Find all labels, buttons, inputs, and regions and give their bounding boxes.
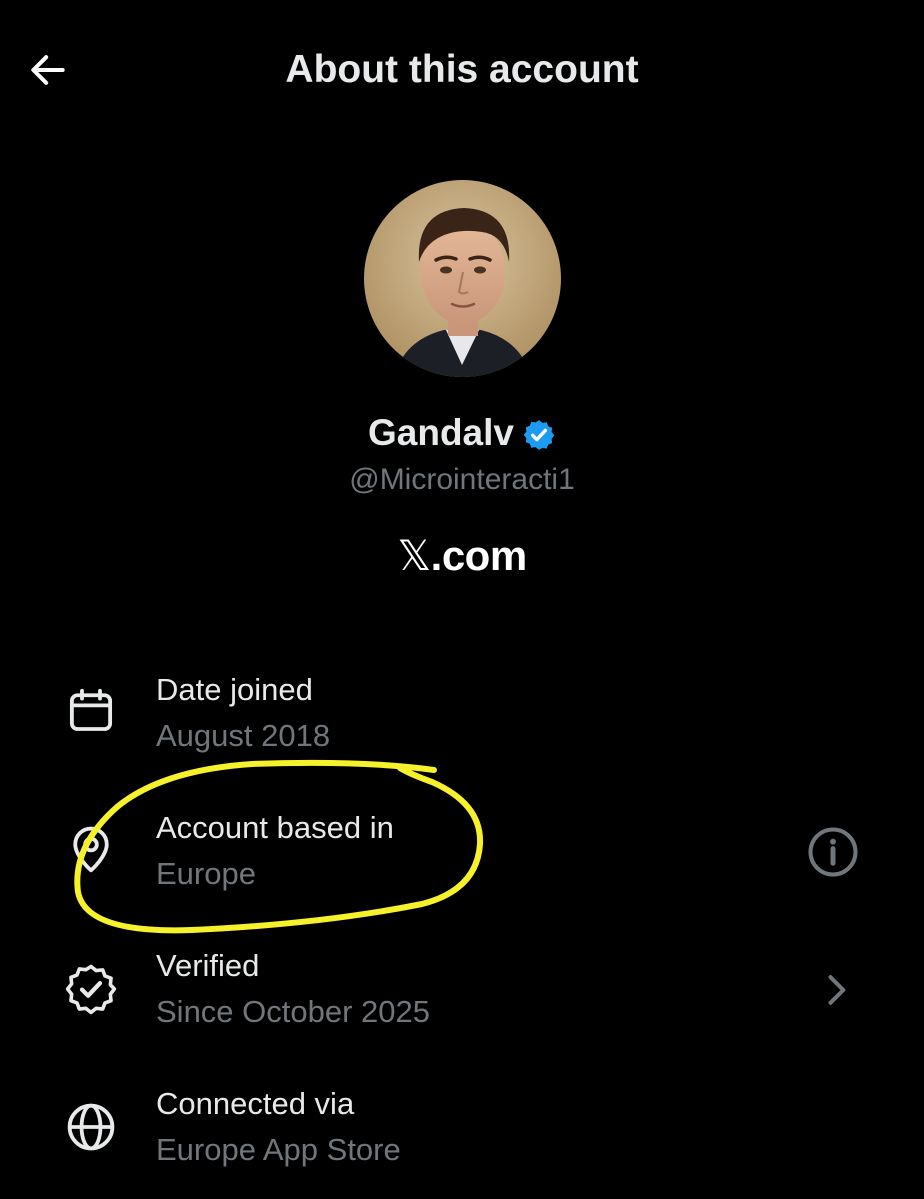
display-name: Gandalv — [368, 412, 514, 453]
date-joined-label: Date joined — [156, 672, 313, 707]
connected-via-value: Europe App Store — [156, 1132, 401, 1167]
page-title: About this account — [285, 48, 639, 91]
brand-logo: 𝕏.com — [0, 528, 924, 584]
avatar — [364, 180, 561, 377]
location-pin-icon — [62, 820, 120, 878]
verified-chevron-button[interactable] — [808, 962, 864, 1018]
top-bar: About this account — [0, 0, 924, 140]
brand-text: 𝕏.com — [397, 528, 528, 584]
verified-seal-icon — [62, 960, 120, 1018]
verified-value: Since October 2025 — [156, 994, 431, 1029]
user-handle: @Microinteracti1 — [349, 463, 575, 496]
info-button[interactable] — [805, 824, 861, 880]
brand-suffix: .com — [430, 532, 528, 579]
connected-via-row: Connected via Europe App Store — [0, 1078, 924, 1198]
date-joined-value: August 2018 — [156, 718, 331, 753]
calendar-icon — [62, 682, 120, 740]
chevron-right-icon — [828, 975, 846, 1005]
verified-row[interactable]: Verified Since October 2025 — [0, 940, 924, 1060]
account-based-in-label: Account based in — [156, 810, 394, 845]
connected-via-label: Connected via — [156, 1086, 355, 1121]
globe-icon — [62, 1098, 120, 1156]
x-logo-icon: 𝕏 — [397, 531, 431, 580]
verified-badge-icon — [522, 418, 556, 452]
account-based-in-value: Europe — [156, 856, 256, 891]
verified-label: Verified — [156, 948, 260, 983]
date-joined-row: Date joined August 2018 — [0, 664, 924, 784]
info-icon — [808, 827, 858, 877]
account-based-in-row: Account based in Europe — [0, 802, 924, 922]
name-row: Gandalv — [0, 408, 924, 458]
